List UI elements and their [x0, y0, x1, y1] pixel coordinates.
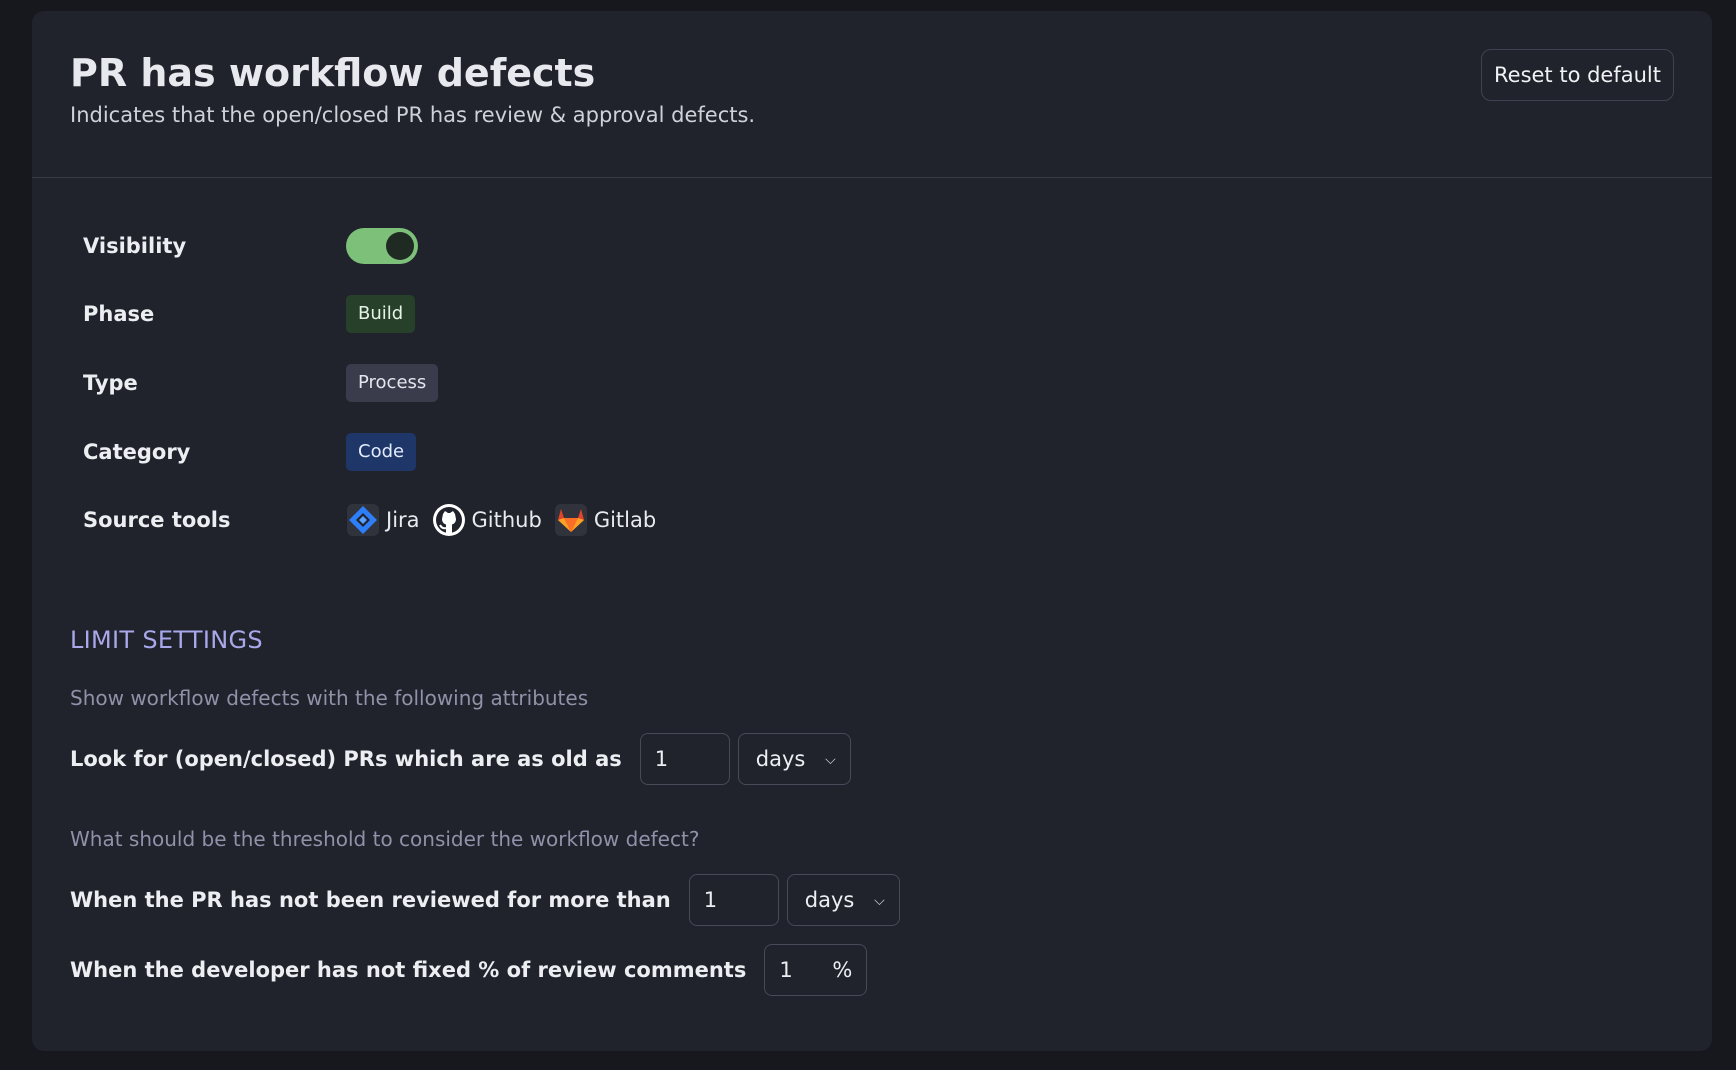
- page-subtitle: Indicates that the open/closed PR has re…: [70, 103, 756, 127]
- pr-age-unit-select[interactable]: days ⌵: [737, 733, 851, 785]
- card-header: PR has workflow defects Indicates that t…: [32, 11, 1712, 178]
- fix-threshold-label: When the developer has not fixed % of re…: [70, 958, 747, 982]
- tool-jira: Jira: [346, 503, 420, 537]
- tool-gitlab: Gitlab: [554, 503, 656, 537]
- fix-threshold-setting: When the developer has not fixed % of re…: [70, 944, 868, 996]
- fix-threshold-input[interactable]: 1 %: [764, 944, 868, 996]
- type-label: Type: [83, 371, 138, 395]
- attributes-hint: Show workflow defects with the following…: [70, 686, 589, 710]
- visibility-label: Visibility: [83, 234, 187, 258]
- review-threshold-setting: When the PR has not been reviewed for mo…: [70, 874, 900, 926]
- gitlab-icon: [554, 503, 588, 537]
- tool-label-jira: Jira: [386, 508, 420, 532]
- page-title: PR has workflow defects: [70, 51, 596, 95]
- category-label: Category: [83, 440, 191, 464]
- review-threshold-unit-select[interactable]: days ⌵: [786, 874, 900, 926]
- visibility-toggle[interactable]: [346, 228, 418, 264]
- chevron-down-icon: ⌵: [825, 752, 836, 768]
- pr-age-label: Look for (open/closed) PRs which are as …: [70, 747, 622, 771]
- fix-threshold-value: 1: [779, 958, 793, 982]
- reset-to-default-button[interactable]: Reset to default: [1481, 49, 1674, 101]
- limit-settings-heading: LIMIT SETTINGS: [70, 626, 263, 654]
- github-icon: [432, 503, 466, 537]
- phase-badge: Build: [346, 295, 416, 333]
- tool-label-github: Github: [471, 508, 542, 532]
- chevron-down-icon: ⌵: [874, 893, 885, 909]
- pr-age-setting: Look for (open/closed) PRs which are as …: [70, 733, 851, 785]
- source-tools-label: Source tools: [83, 508, 231, 532]
- pr-age-input[interactable]: 1: [639, 733, 730, 785]
- phase-label: Phase: [83, 302, 155, 326]
- category-badge: Code: [346, 433, 417, 471]
- review-threshold-unit-value: days: [804, 888, 855, 912]
- jira-icon: [346, 503, 380, 537]
- review-threshold-label: When the PR has not been reviewed for mo…: [70, 888, 671, 912]
- toggle-knob: [386, 232, 414, 260]
- pr-age-unit-value: days: [755, 747, 806, 771]
- type-badge: Process: [346, 364, 439, 402]
- settings-card: PR has workflow defects Indicates that t…: [32, 11, 1712, 1051]
- tool-label-gitlab: Gitlab: [593, 508, 657, 532]
- review-threshold-input[interactable]: 1: [688, 874, 779, 926]
- percent-suffix: %: [832, 958, 853, 982]
- threshold-hint: What should be the threshold to consider…: [70, 827, 700, 851]
- tool-github: Github: [432, 503, 542, 537]
